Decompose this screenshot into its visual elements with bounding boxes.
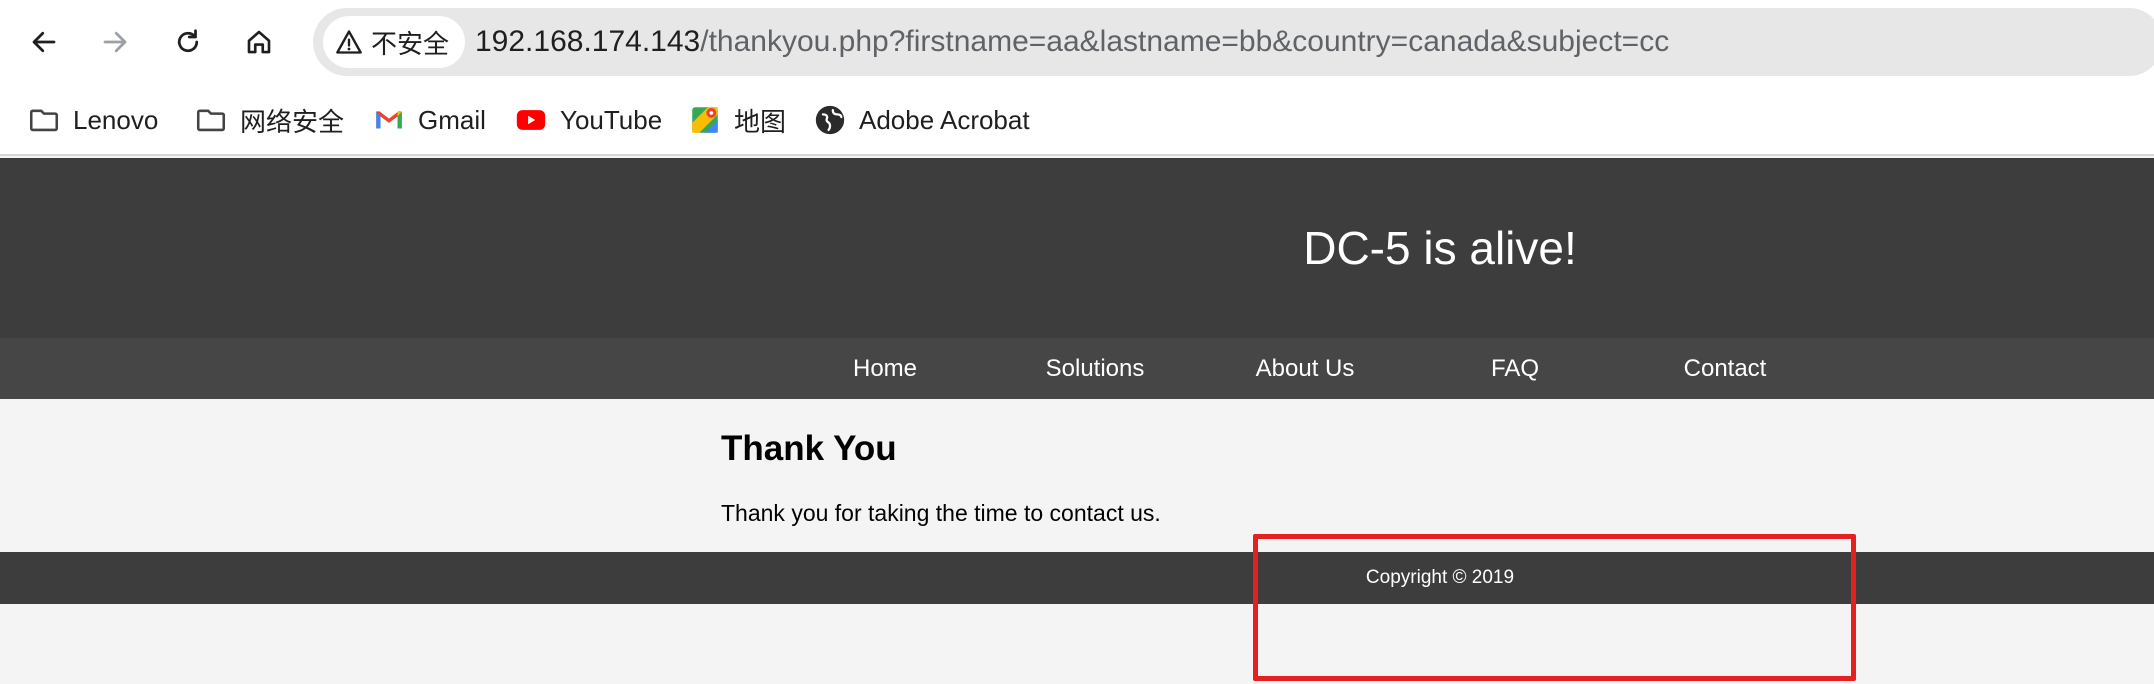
address-bar[interactable]: 不安全 192.168.174.143/thankyou.php?firstna… [313,8,2154,76]
warning-icon [336,30,362,54]
globe-icon [815,105,845,135]
nav-faq[interactable]: FAQ [1440,338,1590,399]
security-indicator[interactable]: 不安全 [323,16,466,68]
main-content: Thank You Thank you for taking the time … [0,399,2154,552]
site-header: DC-5 is alive! [0,158,2154,338]
nav-solutions[interactable]: Solutions [1020,338,1170,399]
home-button[interactable] [236,19,282,65]
bookmark-youtube[interactable]: YouTube [514,98,662,142]
arrow-right-icon [103,31,127,53]
site-nav: Home Solutions About Us FAQ Contact [0,338,2154,399]
maps-icon [692,107,718,133]
bookmark-lenovo[interactable]: Lenovo [27,98,158,142]
bookmark-label: 网络安全 [240,107,345,138]
bookmark-gmail[interactable]: Gmail [372,98,486,142]
page-body-text: Thank you for taking the time to contact… [721,500,1161,526]
browser-toolbar: 不安全 192.168.174.143/thankyou.php?firstna… [0,0,2154,84]
nav-contact[interactable]: Contact [1650,338,1800,399]
bookmark-label: Adobe Acrobat [859,104,1030,135]
page-heading: Thank You [721,429,897,468]
nav-home[interactable]: Home [810,338,960,399]
bookmark-maps[interactable]: 地图 [688,98,786,142]
url-host: 192.168.174.143 [475,25,701,58]
site-title: DC-5 is alive! [1303,222,1577,274]
bookmark-label: Lenovo [73,104,159,135]
bookmarks-bar: Lenovo 网络安全 Gmail YouTube 地图 Adobe Acrob… [0,84,2154,156]
forward-button[interactable] [92,19,138,65]
nav-about-us[interactable]: About Us [1230,338,1380,399]
arrow-left-icon [32,31,56,53]
url-path: /thankyou.php?firstname=aa&lastname=bb&c… [700,25,1670,58]
bookmark-label: YouTube [560,104,663,135]
gmail-icon [376,111,402,129]
security-label: 不安全 [371,29,450,60]
bookmark-label: Gmail [418,104,486,135]
bookmark-network-security[interactable]: 网络安全 [194,98,344,142]
youtube-icon [516,110,546,130]
reload-icon [177,29,199,53]
folder-icon [29,109,59,132]
home-icon [247,30,271,54]
annotation-highlight-box [1253,534,1856,681]
bookmark-label: 地图 [734,107,787,138]
url-text[interactable]: 192.168.174.143/thankyou.php?firstname=a… [475,8,1669,76]
back-button[interactable] [21,19,67,65]
bookmark-adobe-acrobat[interactable]: Adobe Acrobat [813,98,1030,142]
reload-button[interactable] [165,19,211,65]
folder-icon [196,109,226,132]
